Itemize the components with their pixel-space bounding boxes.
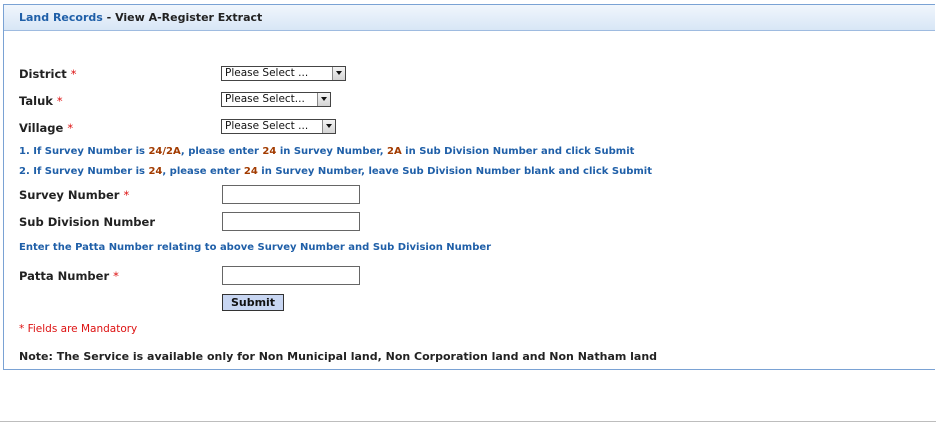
panel-header: Land Records - View A-Register Extract (4, 5, 935, 31)
taluk-label-text: Taluk (19, 94, 53, 108)
breadcrumb-separator: - (102, 11, 116, 24)
required-asterisk: * (113, 269, 119, 283)
mandatory-fields-note: * Fields are Mandatory (19, 323, 138, 335)
village-select[interactable]: Please Select ... (221, 119, 336, 134)
instruction-text: in Sub Division Number and click Submit (401, 146, 635, 157)
required-asterisk: * (70, 67, 77, 81)
instruction-text: 2. If Survey Number is (19, 166, 149, 177)
survey-number-input[interactable] (222, 185, 360, 204)
required-asterisk: * (67, 121, 74, 135)
instruction-number: 24 (148, 166, 163, 177)
taluk-label: Taluk * (19, 94, 63, 108)
sub-division-number-label: Sub Division Number (19, 215, 155, 229)
instruction-text: in Survey Number, leave Sub Division Num… (257, 166, 652, 177)
service-availability-note: Note: The Service is available only for … (19, 350, 658, 363)
submit-button[interactable]: Submit (222, 294, 284, 311)
land-records-panel: Land Records - View A-Register Extract (3, 4, 935, 370)
survey-instruction-1: 1. If Survey Number is 24/2A, please ent… (19, 146, 634, 157)
page-title: View A-Register Extract (115, 11, 263, 24)
district-label-text: District (19, 67, 67, 81)
instruction-text: , please enter (162, 166, 244, 177)
taluk-select-value: Please Select... (225, 93, 305, 105)
patta-instruction: Enter the Patta Number relating to above… (19, 242, 492, 253)
sub-division-number-input[interactable] (222, 212, 360, 231)
survey-instruction-2: 2. If Survey Number is 24, please enter … (19, 166, 652, 177)
patta-number-label: Patta Number * (19, 269, 119, 283)
instruction-number: 2A (387, 146, 402, 157)
instruction-number: 24/2A (148, 146, 181, 157)
sub-division-number-label-text: Sub Division Number (19, 215, 156, 229)
required-asterisk: * (56, 94, 63, 108)
patta-number-label-text: Patta Number (19, 269, 110, 283)
patta-number-input[interactable] (222, 266, 360, 285)
village-label: Village * (19, 121, 73, 135)
dropdown-arrow-icon (322, 120, 335, 133)
instruction-number: 24 (243, 166, 258, 177)
instruction-text: 1. If Survey Number is (19, 146, 149, 157)
district-label: District * (19, 67, 77, 81)
dropdown-arrow-icon (317, 93, 330, 106)
survey-number-label: Survey Number * (19, 188, 129, 202)
dropdown-arrow-icon (332, 67, 345, 80)
instruction-number: 24 (262, 146, 277, 157)
instruction-text: , please enter (180, 146, 263, 157)
taluk-select[interactable]: Please Select... (221, 92, 331, 107)
breadcrumb-land-records-link[interactable]: Land Records (19, 11, 103, 24)
required-asterisk: * (123, 188, 130, 202)
survey-number-label-text: Survey Number (19, 188, 120, 202)
instruction-text: in Survey Number, (276, 146, 387, 157)
village-label-text: Village (19, 121, 64, 135)
page-bottom-divider (0, 421, 936, 422)
district-select-value: Please Select ... (225, 67, 309, 79)
district-select[interactable]: Please Select ... (221, 66, 346, 81)
village-select-value: Please Select ... (225, 120, 309, 132)
